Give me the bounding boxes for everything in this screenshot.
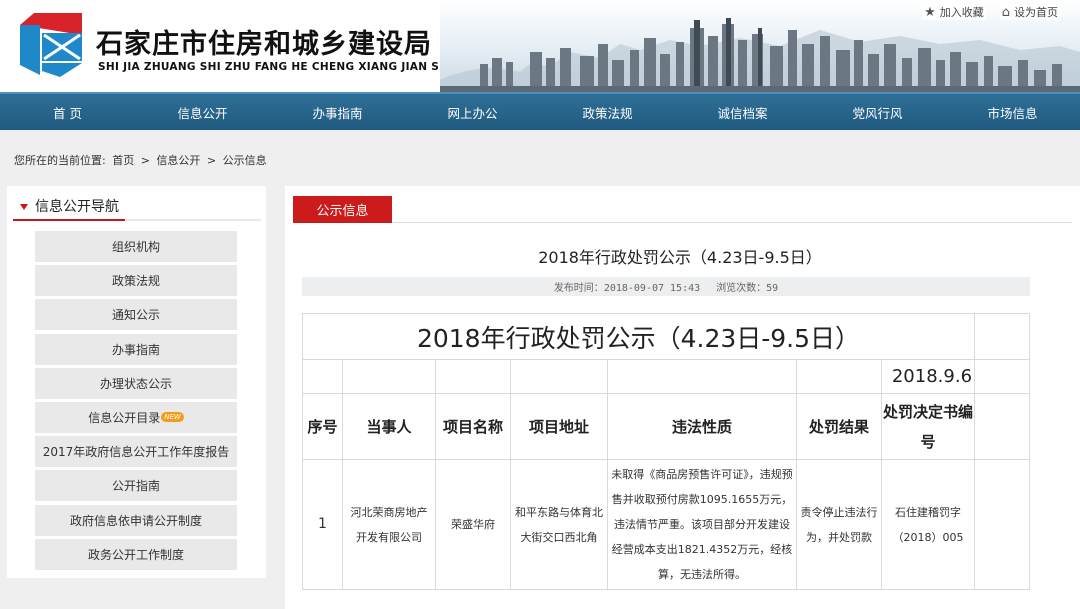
top-links: ★ 加入收藏 ⌂ 设为首页 xyxy=(922,4,1060,20)
site-subtitle: SHI JIA ZHUANG SHI ZHU FANG HE CHENG XIA… xyxy=(98,61,473,73)
breadcrumb-current[interactable]: 公示信息 xyxy=(223,154,267,167)
header-no: 序号 xyxy=(302,393,343,460)
breadcrumb: 您所在的当前位置: 首页 > 信息公开 > 公示信息 xyxy=(14,152,270,168)
star-icon: ★ xyxy=(924,4,936,20)
table-cell-empty xyxy=(796,359,882,394)
sidebar-header: 信息公开导航 xyxy=(13,194,261,221)
table-cell-empty xyxy=(510,359,608,394)
cell-party: 河北荣商房地产开发有限公司 xyxy=(342,459,436,590)
publish-time-value: 2018-09-07 15:43 xyxy=(603,283,701,294)
sidebar-item-service-guide[interactable]: 办事指南 xyxy=(35,333,237,365)
table-cell-empty xyxy=(435,359,511,394)
sidebar-list: 组织机构 政策法规 通知公示 办事指南 办理状态公示 信息公开目录 NEW 201… xyxy=(35,231,237,573)
table-cell-empty xyxy=(974,393,1031,460)
sidebar-item-label: 政府信息依申请公开制度 xyxy=(69,513,202,528)
sidebar-item-label: 信息公开目录 xyxy=(88,410,161,425)
sidebar-title-underline xyxy=(13,219,125,221)
breadcrumb-home[interactable]: 首页 xyxy=(112,154,134,167)
nav-item-service-guide[interactable]: 办事指南 xyxy=(270,94,405,130)
site-header: 石家庄市住房和城乡建设局 SHI JIA ZHUANG SHI ZHU FANG… xyxy=(0,0,1080,92)
content-tabbar: 公示信息 xyxy=(293,196,1072,223)
table-cell-empty xyxy=(607,359,797,394)
view-count: 浏览次数：59 xyxy=(716,279,778,294)
nav-item-online-office[interactable]: 网上办公 xyxy=(405,94,540,130)
table-cell-empty xyxy=(974,313,1031,360)
sidebar-item-label: 办理状态公示 xyxy=(99,376,172,391)
header-project: 项目名称 xyxy=(435,393,511,460)
sidebar-title: 信息公开导航 xyxy=(35,199,119,215)
tab-public-notice[interactable]: 公示信息 xyxy=(293,196,392,223)
breadcrumb-separator: > xyxy=(140,154,150,167)
sidebar-item-process-status[interactable]: 办理状态公示 xyxy=(35,367,237,399)
site-logo[interactable] xyxy=(20,13,82,77)
table-cell-empty xyxy=(302,359,343,394)
sidebar-item-openness-system[interactable]: 政务公开工作制度 xyxy=(35,538,237,570)
cell-decision: 石住建稽罚字（2018）005 xyxy=(880,459,976,590)
cell-violation: 未取得《商品房预售许可证》，违规预售并收取预付房款1095.1655万元，违法情… xyxy=(607,459,797,590)
article-meta: 发布时间：2018-09-07 15:43 浏览次数：59 xyxy=(302,277,1030,296)
table-date: 2018.9.6 xyxy=(880,359,976,394)
nav-item-credit-files[interactable]: 诚信档案 xyxy=(675,94,810,130)
sidebar-item-label: 组织机构 xyxy=(111,240,160,254)
publish-time: 发布时间：2018-09-07 15:43 xyxy=(554,279,700,294)
cell-no: 1 xyxy=(302,459,343,590)
sidebar-item-label: 政务公开工作制度 xyxy=(87,547,184,562)
sidebar-item-organization[interactable]: 组织机构 xyxy=(35,231,237,262)
publish-time-label: 发布时间： xyxy=(553,283,604,294)
table-title: 2018年行政处罚公示（4.23日-9.5日） xyxy=(301,313,976,360)
table-header-row: 序号 当事人 项目名称 项目地址 违法性质 处罚结果 处罚决定书编号 xyxy=(302,393,1031,460)
set-homepage-link[interactable]: ⌂ 设为首页 xyxy=(999,4,1060,20)
table-row: 1 河北荣商房地产开发有限公司 荣盛华府 和平东路与体育北大街交口西北角 未取得… xyxy=(302,459,1031,590)
header-result: 处罚结果 xyxy=(796,393,882,460)
view-count-value: 59 xyxy=(766,283,779,294)
article-title: 2018年行政处罚公示（4.23日-9.5日） xyxy=(538,248,822,267)
table-cell-empty xyxy=(342,359,436,394)
nav-item-home[interactable]: 首 页 xyxy=(0,94,135,130)
breadcrumb-info-disclosure[interactable]: 信息公开 xyxy=(156,154,200,167)
sidebar-item-policies[interactable]: 政策法规 xyxy=(35,265,237,297)
header-party: 当事人 xyxy=(342,393,436,460)
cell-address: 和平东路与体育北大街交口西北角 xyxy=(510,459,608,590)
sidebar-item-label: 办事指南 xyxy=(111,342,160,357)
breadcrumb-separator: > xyxy=(206,154,217,167)
sidebar-item-label: 公开指南 xyxy=(111,479,160,494)
nav-item-conduct[interactable]: 党风行风 xyxy=(810,94,945,130)
new-badge: NEW xyxy=(161,412,184,423)
sidebar-item-label: 通知公示 xyxy=(111,308,160,323)
header-decision: 处罚决定书编号 xyxy=(880,393,976,460)
nav-item-market-info[interactable]: 市场信息 xyxy=(945,94,1080,130)
add-favorite-link[interactable]: ★ 加入收藏 xyxy=(922,4,986,20)
table-cell-empty xyxy=(974,459,1031,590)
sidebar-item-disclosure-guide[interactable]: 公开指南 xyxy=(35,470,237,502)
main-content: 公示信息 2018年行政处罚公示（4.23日-9.5日） 发布时间：2018-0… xyxy=(285,186,1080,609)
sidebar-item-annual-report[interactable]: 2017年政府信息公开工作年度报告 xyxy=(35,436,237,468)
sidebar-item-label: 政策法规 xyxy=(111,274,160,289)
add-favorite-label: 加入收藏 xyxy=(939,6,984,19)
penalty-table: 2018年行政处罚公示（4.23日-9.5日） 2018.9.6 序号 当事人 … xyxy=(301,313,1031,590)
table-cell-empty xyxy=(974,359,1031,394)
site-title: 石家庄市住房和城乡建设局 xyxy=(96,29,432,60)
caret-down-icon xyxy=(20,204,28,210)
header-address: 项目地址 xyxy=(510,393,608,460)
nav-item-policies[interactable]: 政策法规 xyxy=(540,94,675,130)
sidebar-item-request-system[interactable]: 政府信息依申请公开制度 xyxy=(35,504,237,536)
sidebar-item-catalog[interactable]: 信息公开目录 NEW xyxy=(35,401,237,433)
nav-item-info-disclosure[interactable]: 信息公开 xyxy=(135,94,270,130)
cell-result: 责令停止违法行为，并处罚款 xyxy=(796,459,882,590)
breadcrumb-label: 您所在的当前位置: xyxy=(14,154,106,167)
sidebar: 信息公开导航 组织机构 政策法规 通知公示 办事指南 办理状态公示 信息公开目录… xyxy=(7,186,266,578)
cell-project: 荣盛华府 xyxy=(435,459,511,590)
home-icon: ⌂ xyxy=(1001,4,1010,20)
sidebar-item-label: 2017年政府信息公开工作年度报告 xyxy=(42,445,230,460)
sidebar-item-notices[interactable]: 通知公示 xyxy=(35,299,237,331)
header-violation: 违法性质 xyxy=(607,393,797,460)
set-homepage-label: 设为首页 xyxy=(1014,6,1058,19)
view-count-label: 浏览次数： xyxy=(716,283,767,294)
main-nav: 首 页 信息公开 办事指南 网上办公 政策法规 诚信档案 党风行风 市场信息 xyxy=(0,92,1080,130)
